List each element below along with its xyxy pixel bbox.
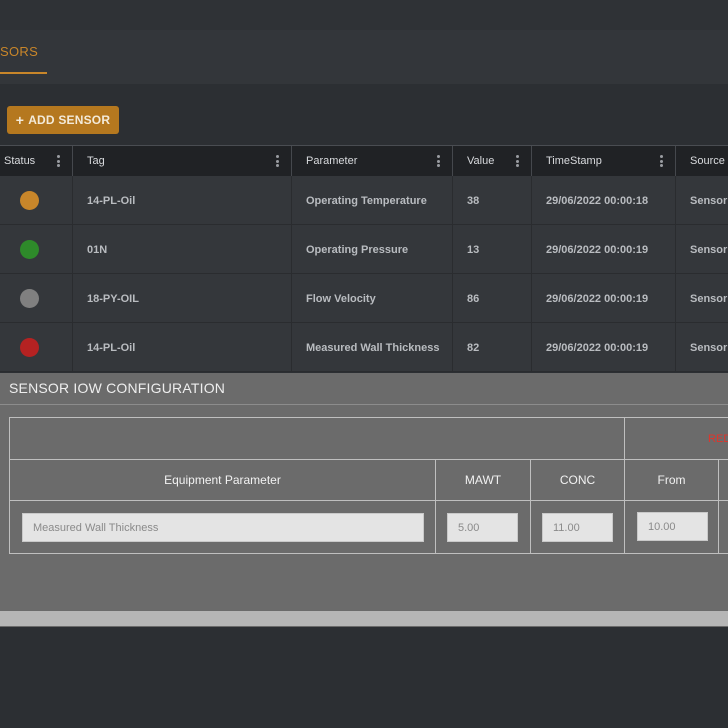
parameter-cell: Measured Wall Thickness xyxy=(292,323,453,372)
sensor-iow-configuration-panel: SENSOR IOW CONFIGURATION RED Equipment P… xyxy=(0,373,728,627)
status-indicator xyxy=(20,240,39,259)
tab-sensors[interactable]: SORS xyxy=(0,44,38,59)
parameter-cell: Operating Pressure xyxy=(292,225,453,274)
source-cell: Sensor xyxy=(690,292,728,305)
top-bar xyxy=(0,0,728,30)
value-cell: 13 xyxy=(453,225,532,274)
value-cell: 86 xyxy=(453,274,532,323)
source-cell: Sensor xyxy=(690,194,728,207)
status-indicator xyxy=(20,338,39,357)
value-cell: 38 xyxy=(453,176,532,225)
plus-icon: + xyxy=(15,112,25,128)
parameter-cell: Flow Velocity xyxy=(292,274,453,323)
tab-bar xyxy=(0,30,728,84)
column-menu-icon[interactable] xyxy=(516,155,519,167)
from-header: From xyxy=(657,473,686,487)
column-header-value[interactable]: Value xyxy=(453,146,532,176)
table-row[interactable]: 14-PL-Oil Operating Temperature 38 29/06… xyxy=(0,176,728,225)
column-header-source[interactable]: Source xyxy=(676,146,728,176)
tag-cell: 14-PL-Oil xyxy=(73,323,292,372)
tag-cell: 01N xyxy=(73,225,292,274)
conc-header: CONC xyxy=(559,473,596,487)
column-header-status[interactable]: Status xyxy=(0,146,73,176)
panel-footer-bar xyxy=(0,611,728,626)
divider xyxy=(718,459,719,554)
table-row[interactable]: 01N Operating Pressure 13 29/06/2022 00:… xyxy=(0,225,728,274)
mawt-field[interactable]: 5.00 xyxy=(447,513,518,542)
mawt-header: MAWT xyxy=(464,473,502,487)
column-menu-icon[interactable] xyxy=(276,155,279,167)
tag-cell: 14-PL-Oil xyxy=(73,176,292,225)
column-header-tag[interactable]: Tag xyxy=(73,146,292,176)
timestamp-cell: 29/06/2022 00:00:19 xyxy=(532,225,676,274)
divider xyxy=(10,500,728,501)
parameter-cell: Operating Temperature xyxy=(292,176,453,225)
timestamp-cell: 29/06/2022 00:00:19 xyxy=(532,323,676,372)
grid-header: Status Tag Parameter Value TimeStamp Sou… xyxy=(0,145,728,176)
equipment-parameter-header: Equipment Parameter xyxy=(164,473,281,487)
column-header-timestamp[interactable]: TimeStamp xyxy=(532,146,676,176)
status-indicator xyxy=(20,289,39,308)
equipment-parameter-field[interactable]: Measured Wall Thickness xyxy=(22,513,424,542)
source-cell: Sensor xyxy=(690,341,728,354)
red-group-label: RED xyxy=(708,433,728,445)
add-sensor-button[interactable]: + ADD SENSOR xyxy=(7,106,119,134)
value-cell: 82 xyxy=(453,323,532,372)
column-header-parameter[interactable]: Parameter xyxy=(292,146,453,176)
table-row[interactable]: 18-PY-OIL Flow Velocity 86 29/06/2022 00… xyxy=(0,274,728,323)
divider xyxy=(0,404,728,405)
add-sensor-label: ADD SENSOR xyxy=(28,113,111,127)
panel-title: SENSOR IOW CONFIGURATION xyxy=(9,380,226,396)
tag-cell: 18-PY-OIL xyxy=(73,274,292,323)
from-field[interactable]: 10.00 xyxy=(637,512,708,541)
column-menu-icon[interactable] xyxy=(660,155,663,167)
source-cell: Sensor xyxy=(690,243,728,256)
iow-config-table: RED Equipment Parameter MAWT CONC From M… xyxy=(9,417,728,554)
table-row[interactable]: 14-PL-Oil Measured Wall Thickness 82 29/… xyxy=(0,323,728,372)
status-indicator xyxy=(20,191,39,210)
column-menu-icon[interactable] xyxy=(437,155,440,167)
conc-field[interactable]: 11.00 xyxy=(542,513,613,542)
column-menu-icon[interactable] xyxy=(57,155,60,167)
timestamp-cell: 29/06/2022 00:00:18 xyxy=(532,176,676,225)
timestamp-cell: 29/06/2022 00:00:19 xyxy=(532,274,676,323)
tab-active-indicator xyxy=(0,72,47,74)
